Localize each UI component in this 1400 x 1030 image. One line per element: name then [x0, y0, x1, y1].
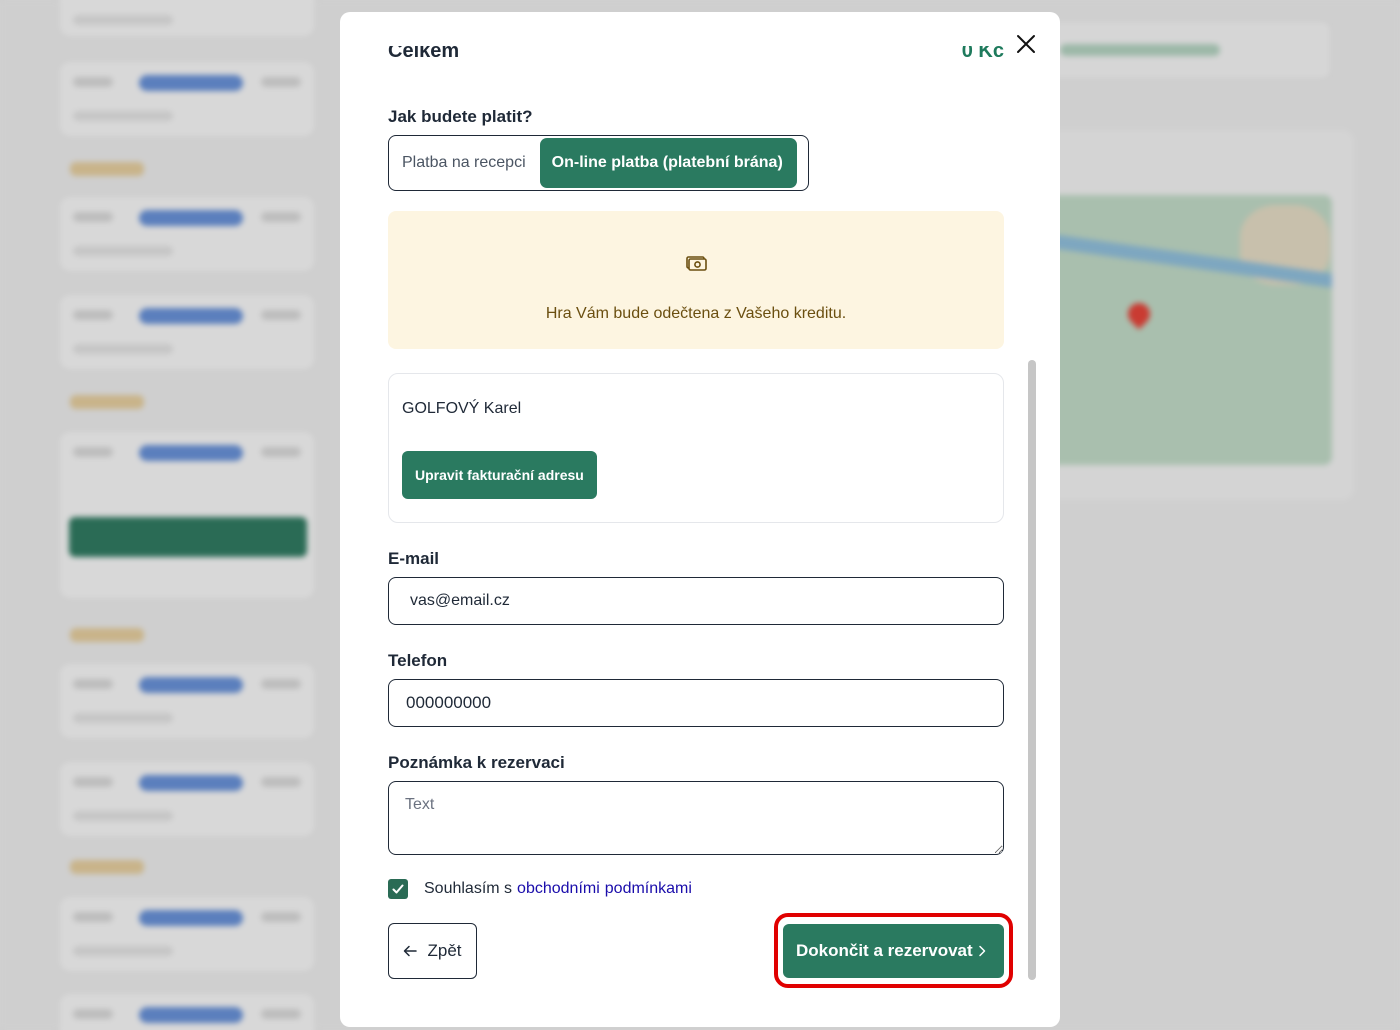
finish-highlight: Dokončit a rezervovat	[774, 913, 1013, 988]
payment-info-box: Hra Vám bude odečtena z Vašeho kreditu.	[388, 211, 1004, 349]
phone-label: Telefon	[388, 651, 448, 670]
note-label: Poznámka k rezervaci	[388, 753, 565, 772]
payment-question: Jak budete platit?	[388, 107, 533, 126]
chevron-right-icon	[979, 945, 986, 957]
terms-consent: Souhlasím s obchodními podmínkami	[388, 879, 692, 899]
billing-name: GOLFOVÝ Karel	[402, 400, 522, 417]
edit-billing-address-button[interactable]: Upravit fakturační adresu	[402, 451, 597, 499]
terms-checkbox[interactable]	[388, 879, 408, 899]
consent-text: Souhlasím s	[424, 880, 513, 897]
finish-reservation-button[interactable]: Dokončit a rezervovat	[783, 924, 1004, 978]
arrow-left-icon	[404, 945, 418, 957]
phone-field[interactable]	[388, 679, 1004, 727]
reservation-modal: Celkem 0 Kč Jak budete platit? Platba na…	[340, 12, 1060, 1027]
check-icon	[392, 884, 404, 894]
payment-option-online[interactable]: On-line platba (platební brána)	[539, 138, 797, 188]
email-field[interactable]	[388, 577, 1004, 625]
total-value: 0 Kč	[961, 46, 1004, 62]
payment-method-toggle: Platba na recepci On-line platba (plateb…	[388, 135, 809, 191]
payment-option-reception[interactable]: Platba na recepci	[389, 138, 540, 188]
billing-card: GOLFOVÝ Karel Upravit fakturační adresu	[388, 373, 1004, 523]
back-button[interactable]: Zpět	[388, 923, 477, 979]
email-label: E-mail	[388, 549, 440, 568]
cash-icon	[684, 251, 708, 275]
payment-info-message: Hra Vám bude odečtena z Vašeho kreditu.	[545, 305, 847, 322]
back-label: Zpět	[427, 941, 462, 960]
background-map	[1040, 195, 1332, 465]
total-row: Celkem 0 Kč	[388, 46, 1004, 70]
total-label: Celkem	[388, 46, 460, 62]
note-textarea[interactable]	[388, 781, 1004, 855]
terms-link[interactable]: obchodními podmínkami	[517, 880, 692, 898]
close-icon[interactable]	[1014, 32, 1038, 56]
modal-scrollbar[interactable]	[1028, 62, 1036, 1002]
finish-label: Dokončit a rezervovat	[796, 941, 973, 960]
scrollbar-thumb[interactable]	[1028, 360, 1036, 980]
